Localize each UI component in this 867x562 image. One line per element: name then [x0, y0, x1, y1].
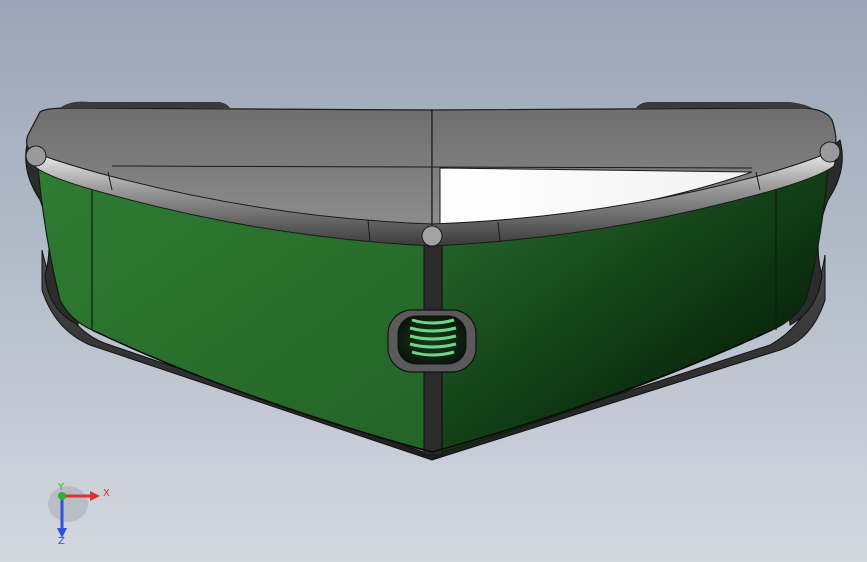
cad-model-view[interactable]	[0, 0, 867, 562]
z-axis-label: Z	[58, 536, 65, 544]
front-right-corner	[819, 141, 841, 163]
back-lip-right	[636, 102, 812, 108]
graphics-viewport[interactable]: X Y Z	[0, 0, 867, 562]
front-center-corner	[421, 225, 443, 247]
y-axis-dot	[58, 492, 66, 500]
front-left-corner	[25, 145, 47, 167]
back-lip-left	[60, 101, 230, 108]
x-axis-label: X	[103, 488, 110, 499]
threaded-hole[interactable]	[387, 309, 477, 373]
x-axis-arrow	[90, 491, 100, 501]
y-axis-label: Y	[57, 482, 65, 493]
coordinate-triad: X Y Z	[48, 482, 110, 544]
